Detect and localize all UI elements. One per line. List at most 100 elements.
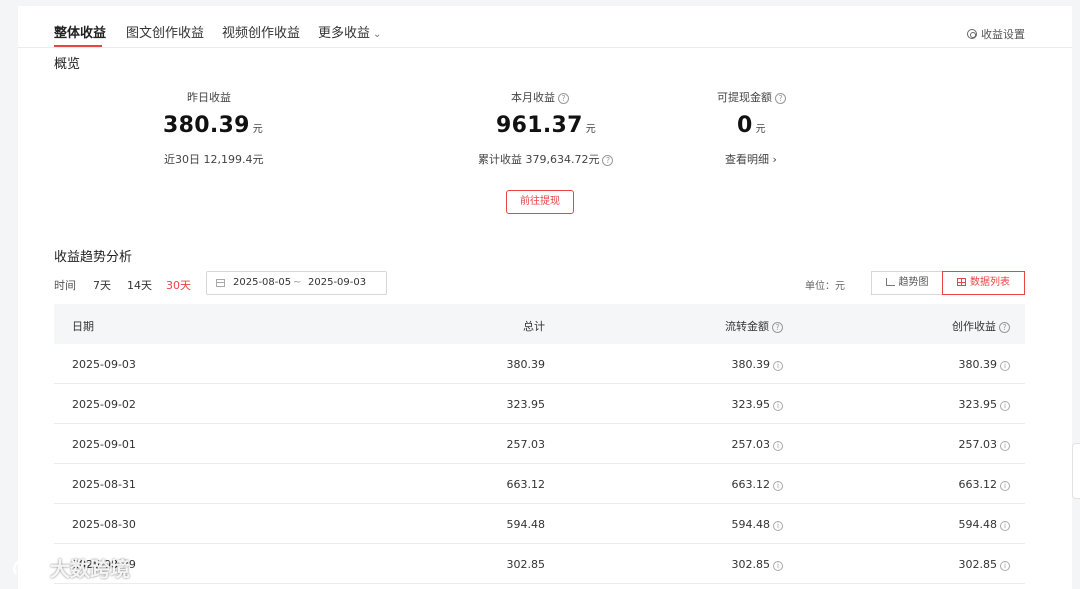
info-icon[interactable]: i bbox=[773, 481, 783, 491]
data-list-label: 数据列表 bbox=[970, 277, 1010, 288]
date-end[interactable]: 2025-09-03 bbox=[308, 277, 366, 288]
info-icon[interactable]: i bbox=[1000, 441, 1010, 451]
month-income-number: 961.37 bbox=[496, 113, 583, 138]
header-flow-amount: 流转金额? bbox=[725, 318, 783, 334]
header-flow-text: 流转金额 bbox=[725, 320, 769, 333]
info-icon[interactable]: i bbox=[773, 441, 783, 451]
withdrawable-number: 0 bbox=[737, 113, 753, 138]
cell-flow-value: 380.39 bbox=[731, 358, 771, 371]
info-icon[interactable]: i bbox=[1000, 561, 1010, 571]
header-total: 总计 bbox=[523, 320, 545, 333]
info-icon[interactable]: i bbox=[773, 361, 783, 371]
income-table: 日期 总计 流转金额? 创作收益? 2025-09-03 380.39 380.39… bbox=[54, 304, 1025, 584]
cell-total: 663.12 bbox=[506, 478, 546, 491]
tab-article-income[interactable]: 图文创作收益 bbox=[126, 22, 204, 41]
withdrawable-label-text: 可提现金额 bbox=[717, 91, 772, 104]
time-label: 时间 bbox=[54, 279, 76, 292]
gear-icon bbox=[967, 29, 977, 39]
cell-creation-income: 594.48 i bbox=[958, 518, 1010, 531]
unit-label: 单位：元 bbox=[805, 281, 845, 292]
table-body: 2025-09-03 380.39 380.39 i 380.39 i 2025-09-02… bbox=[54, 344, 1025, 584]
month-income-value: 961.37 元 bbox=[496, 113, 596, 138]
help-icon[interactable]: ? bbox=[558, 93, 569, 104]
header-create-text: 创作收益 bbox=[952, 320, 996, 333]
yesterday-income-number: 380.39 bbox=[163, 113, 250, 138]
info-icon[interactable]: i bbox=[773, 401, 783, 411]
trend-chart-button[interactable]: 趋势图 bbox=[871, 271, 943, 295]
cell-date: 2025-08-30 bbox=[72, 518, 136, 531]
income-settings-link[interactable]: 收益设置 bbox=[967, 26, 1025, 42]
cell-date: 2025-09-02 bbox=[72, 398, 136, 411]
cell-flow-value: 302.85 bbox=[731, 558, 771, 571]
cell-create-value: 323.95 bbox=[958, 398, 998, 411]
cell-creation-income: 257.03 i bbox=[958, 438, 1010, 451]
table-row: 2025-09-02 323.95 323.95 i 323.95 i bbox=[54, 384, 1025, 424]
tab-overall-income[interactable]: 整体收益 bbox=[54, 22, 106, 41]
cell-flow-value: 323.95 bbox=[731, 398, 771, 411]
yesterday-income-label: 昨日收益 bbox=[187, 91, 231, 104]
header-creation-income: 创作收益? bbox=[952, 318, 1010, 334]
cell-creation-income: 663.12 i bbox=[958, 478, 1010, 491]
range-30-days[interactable]: 30天 bbox=[166, 277, 191, 293]
info-icon[interactable]: i bbox=[773, 521, 783, 531]
tab-video-income[interactable]: 视频创作收益 bbox=[222, 22, 300, 41]
info-icon[interactable]: i bbox=[773, 561, 783, 571]
side-scroll-handle[interactable] bbox=[1072, 443, 1080, 499]
table-row: 2025-08-29 302.85 302.85 i 302.85 i bbox=[54, 544, 1025, 584]
help-icon[interactable]: ? bbox=[999, 322, 1010, 333]
table-row: 2025-08-30 594.48 594.48 i 594.48 i bbox=[54, 504, 1025, 544]
cell-total: 323.95 bbox=[506, 398, 546, 411]
yesterday-income-value: 380.39 元 bbox=[163, 113, 263, 138]
date-start[interactable]: 2025-08-05 bbox=[233, 277, 291, 288]
watermark-text: 大数跨境 bbox=[50, 557, 130, 581]
month-income-label-text: 本月收益 bbox=[511, 91, 555, 104]
cell-date: 2025-09-01 bbox=[72, 438, 136, 451]
watermark: 大数跨境 bbox=[10, 553, 130, 582]
tab-more-income[interactable]: 更多收益 ⌄ bbox=[318, 22, 381, 41]
withdraw-button[interactable]: 前往提现 bbox=[506, 190, 574, 214]
help-icon[interactable]: ? bbox=[602, 155, 614, 166]
watermark-logo-icon bbox=[13, 560, 48, 575]
data-list-button[interactable]: 数据列表 bbox=[942, 271, 1025, 295]
cumulative-income: 累计收益 379,634.72元? bbox=[478, 151, 614, 167]
cell-flow-amount: 323.95 i bbox=[731, 398, 783, 411]
cell-creation-income: 302.85 i bbox=[958, 558, 1010, 571]
view-details-label: 查看明细 bbox=[725, 153, 769, 166]
month-income-label: 本月收益? bbox=[511, 89, 569, 105]
range-14-days[interactable]: 14天 bbox=[127, 277, 152, 293]
chevron-down-icon: ⌄ bbox=[373, 29, 382, 40]
help-icon[interactable]: ? bbox=[775, 93, 786, 104]
info-icon[interactable]: i bbox=[1000, 481, 1010, 491]
table-row: 2025-08-31 663.12 663.12 i 663.12 i bbox=[54, 464, 1025, 504]
cell-flow-amount: 302.85 i bbox=[731, 558, 783, 571]
info-icon[interactable]: i bbox=[1000, 361, 1010, 371]
cell-create-value: 257.03 bbox=[958, 438, 998, 451]
cell-flow-value: 594.48 bbox=[731, 518, 771, 531]
header-date: 日期 bbox=[72, 320, 94, 333]
cell-flow-value: 257.03 bbox=[731, 438, 771, 451]
cell-creation-income: 323.95 i bbox=[958, 398, 1010, 411]
info-icon[interactable]: i bbox=[1000, 401, 1010, 411]
trend-chart-label: 趋势图 bbox=[898, 277, 929, 288]
view-details-link[interactable]: 查看明细 › bbox=[725, 151, 777, 167]
cell-date: 2025-09-03 bbox=[72, 358, 136, 371]
overview-title: 概览 bbox=[54, 57, 81, 72]
withdrawable-label: 可提现金额? bbox=[717, 89, 786, 105]
cell-total: 594.48 bbox=[506, 518, 546, 531]
calendar-icon bbox=[216, 279, 225, 287]
cell-create-value: 594.48 bbox=[958, 518, 998, 531]
cell-create-value: 663.12 bbox=[958, 478, 998, 491]
date-range-picker[interactable]: 2025-08-05 ~ 2025-09-03 bbox=[206, 271, 387, 295]
cell-total: 380.39 bbox=[506, 358, 546, 371]
cell-create-value: 302.85 bbox=[958, 558, 998, 571]
range-7-days[interactable]: 7天 bbox=[93, 277, 111, 293]
cell-total: 302.85 bbox=[506, 558, 546, 571]
help-icon[interactable]: ? bbox=[772, 322, 783, 333]
cell-flow-amount: 594.48 i bbox=[731, 518, 783, 531]
table-row: 2025-09-01 257.03 257.03 i 257.03 i bbox=[54, 424, 1025, 464]
last-30-days-income: 近30日 12,199.4元 bbox=[164, 153, 264, 166]
trend-chart-icon bbox=[885, 278, 895, 286]
table-row: 2025-09-03 380.39 380.39 i 380.39 i bbox=[54, 344, 1025, 384]
info-icon[interactable]: i bbox=[1000, 521, 1010, 531]
table-header: 日期 总计 流转金额? 创作收益? bbox=[54, 304, 1025, 344]
